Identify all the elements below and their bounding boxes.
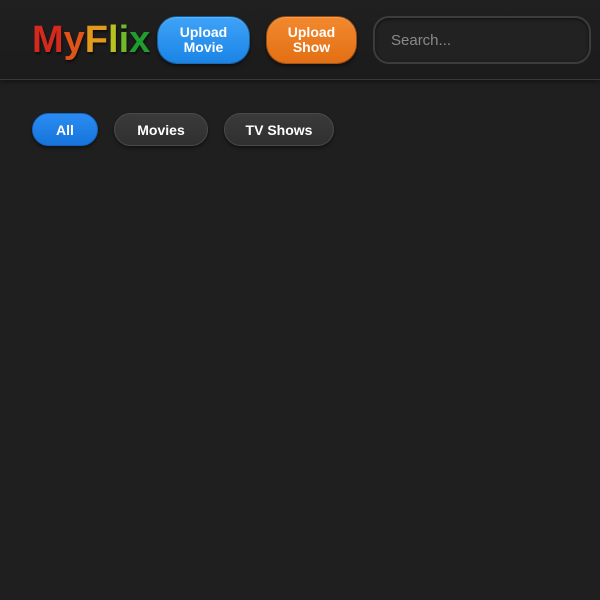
search-input[interactable] [391, 31, 573, 49]
logo-letter: l [108, 19, 119, 61]
upload-show-button[interactable]: Upload Show [266, 16, 357, 64]
upload-movie-button[interactable]: Upload Movie [157, 16, 250, 64]
filter-movies-button[interactable]: Movies [114, 113, 208, 146]
logo-letter: i [118, 19, 130, 61]
logo-letter: x [129, 19, 151, 61]
myflix-logo[interactable]: MyFlix [32, 18, 150, 62]
top-header: MyFlix Upload Movie Upload Show [0, 0, 600, 80]
search-box [373, 16, 591, 64]
filter-tv-shows-button[interactable]: TV Shows [224, 113, 334, 146]
app-root: MyFlix Upload Movie Upload Show All Movi… [0, 0, 600, 600]
content-area [0, 160, 600, 600]
filter-all-button[interactable]: All [32, 113, 98, 146]
logo-letter: F [84, 19, 109, 61]
logo-letter: y [63, 19, 85, 61]
logo-letter: M [32, 19, 64, 61]
